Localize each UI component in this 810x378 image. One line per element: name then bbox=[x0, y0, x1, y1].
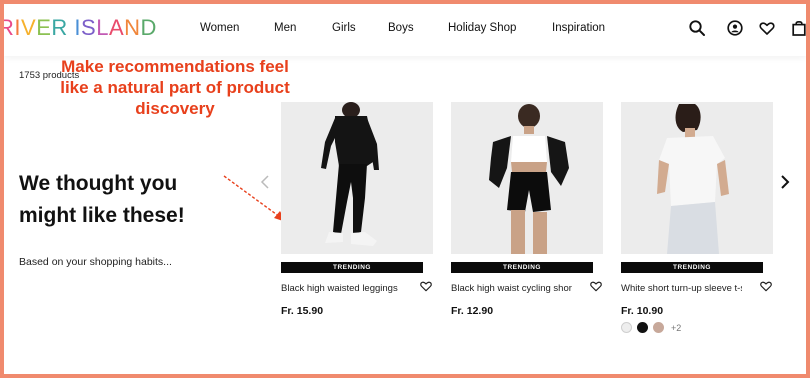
color-swatches: +2 bbox=[621, 322, 681, 333]
account-icon[interactable] bbox=[726, 19, 744, 37]
product-image-leggings[interactable] bbox=[281, 102, 433, 254]
nav-girls[interactable]: Girls bbox=[332, 22, 388, 42]
search-icon[interactable] bbox=[688, 19, 706, 37]
main-nav: Women Men Girls Boys Holiday Shop Inspir… bbox=[200, 22, 605, 42]
nav-men[interactable]: Men bbox=[274, 22, 332, 42]
product-image-cycling-shorts[interactable] bbox=[451, 102, 603, 254]
brand-logo-letter: I bbox=[14, 15, 22, 40]
color-swatch[interactable] bbox=[637, 322, 648, 333]
product-title[interactable]: White short turn-up sleeve t-shirt bbox=[621, 283, 742, 294]
heart-icon[interactable] bbox=[419, 279, 433, 298]
recommendations-heading: We thought you might like these! bbox=[19, 172, 185, 227]
wishlist-heart-icon[interactable] bbox=[758, 19, 776, 37]
brand-logo[interactable]: RIVER ISLAND bbox=[4, 15, 157, 41]
page-frame: RIVER ISLAND Women Men Girls Boys Holida… bbox=[4, 4, 806, 374]
recommendations-subtext: Based on your shopping habits... bbox=[19, 256, 172, 268]
annotation-text: Make recommendations feel like a natural… bbox=[60, 57, 290, 118]
nav-women[interactable]: Women bbox=[200, 22, 274, 42]
brand-logo-letter: V bbox=[21, 15, 37, 40]
nav-boys[interactable]: Boys bbox=[388, 22, 448, 42]
heart-icon[interactable] bbox=[589, 279, 603, 298]
brand-logo-letter: E bbox=[36, 15, 52, 40]
trending-badge: TRENDING bbox=[451, 262, 593, 273]
brand-logo-letter: A bbox=[108, 15, 125, 40]
brand-logo-letter bbox=[68, 15, 75, 41]
brand-logo-letter: N bbox=[124, 15, 141, 40]
product-title[interactable]: Black high waist cycling shorts bbox=[451, 283, 572, 294]
product-card[interactable]: TRENDING Black high waisted leggings Fr.… bbox=[281, 102, 433, 317]
trending-badge: TRENDING bbox=[621, 262, 763, 273]
carousel-prev-arrow-icon[interactable] bbox=[260, 174, 270, 195]
brand-logo-letter: R bbox=[4, 15, 15, 40]
product-price: Fr. 15.90 bbox=[281, 305, 324, 317]
header-icons bbox=[688, 19, 806, 37]
trending-badge: TRENDING bbox=[281, 262, 423, 273]
product-image-tshirt[interactable] bbox=[621, 102, 773, 254]
nav-inspiration[interactable]: Inspiration bbox=[552, 22, 605, 42]
bag-icon[interactable] bbox=[790, 19, 806, 37]
more-colors-label[interactable]: +2 bbox=[671, 323, 681, 333]
product-price: Fr. 12.90 bbox=[451, 305, 494, 317]
brand-logo-letter: L bbox=[96, 15, 109, 40]
brand-logo-letter: S bbox=[81, 15, 97, 40]
product-price: Fr. 10.90 bbox=[621, 305, 664, 317]
carousel-next-arrow-icon[interactable] bbox=[780, 174, 790, 195]
site-header: RIVER ISLAND Women Men Girls Boys Holida… bbox=[4, 4, 806, 56]
product-card[interactable]: TRENDING White short turn-up sleeve t-sh… bbox=[621, 102, 773, 317]
color-swatch[interactable] bbox=[621, 322, 632, 333]
product-card[interactable]: TRENDING Black high waist cycling shorts… bbox=[451, 102, 603, 317]
brand-logo-letter: R bbox=[51, 15, 68, 40]
nav-holiday-shop[interactable]: Holiday Shop bbox=[448, 22, 552, 42]
brand-logo-letter: I bbox=[74, 15, 82, 40]
brand-logo-letter: D bbox=[140, 15, 157, 40]
color-swatch[interactable] bbox=[653, 322, 664, 333]
product-title[interactable]: Black high waisted leggings bbox=[281, 283, 402, 294]
heart-icon[interactable] bbox=[759, 279, 773, 298]
